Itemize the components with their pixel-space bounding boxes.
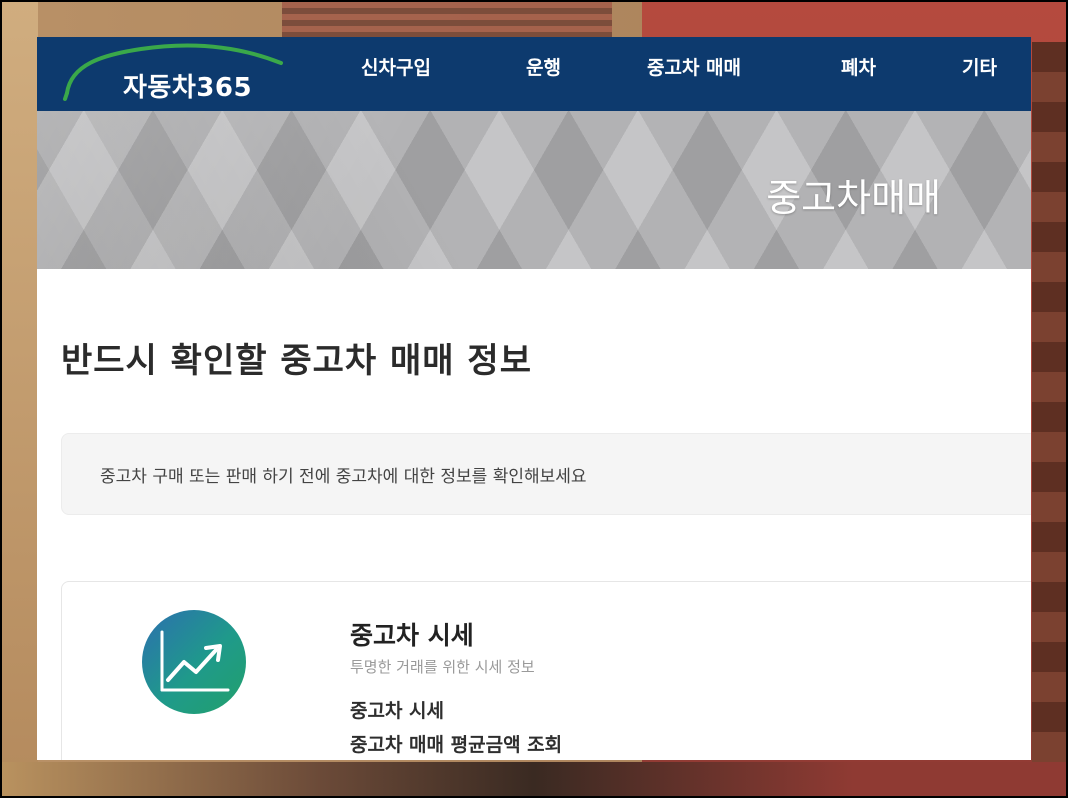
background-floor — [2, 762, 1066, 796]
notice-box: 중고차 구매 또는 판매 하기 전에 중고차에 대한 정보를 확인해보세요 — [61, 433, 1031, 515]
link-used-car-price[interactable]: 중고차 시세 — [350, 696, 444, 723]
nav-item-driving[interactable]: 운행 — [526, 53, 561, 80]
background-window-frame — [1032, 42, 1066, 762]
nav-item-scrap[interactable]: 폐차 — [841, 53, 876, 80]
background-wall-left — [2, 2, 38, 796]
trend-chart-icon — [142, 610, 246, 714]
card-subtitle: 투명한 거래를 위한 시세 정보 — [350, 658, 535, 676]
website-screenshot: 자동차365 신차구입 운행 중고차 매매 폐차 기타 중고차매매 반드시 확인… — [37, 37, 1031, 760]
card-title: 중고차 시세 — [350, 621, 474, 650]
notice-text: 중고차 구매 또는 판매 하기 전에 중고차에 대한 정보를 확인해보세요 — [100, 467, 587, 487]
main-menu: 신차구입 운행 중고차 매매 폐차 기타 — [37, 37, 1031, 111]
nav-item-used-car-trade[interactable]: 중고차 매매 — [647, 53, 741, 80]
page-title: 반드시 확인할 중고차 매매 정보 — [61, 341, 532, 381]
used-car-price-card[interactable]: 중고차 시세 투명한 거래를 위한 시세 정보 중고차 시세 중고차 매매 평균… — [61, 581, 1031, 760]
top-navigation-bar: 자동차365 신차구입 운행 중고차 매매 폐차 기타 — [37, 37, 1031, 111]
link-average-price-lookup[interactable]: 중고차 매매 평균금액 조회 — [350, 730, 562, 757]
hero-banner: 중고차매매 — [37, 111, 1031, 269]
background-brick — [282, 2, 612, 38]
nav-item-etc[interactable]: 기타 — [962, 53, 997, 80]
nav-item-new-car[interactable]: 신차구입 — [361, 53, 431, 80]
hero-title: 중고차매매 — [766, 176, 941, 220]
